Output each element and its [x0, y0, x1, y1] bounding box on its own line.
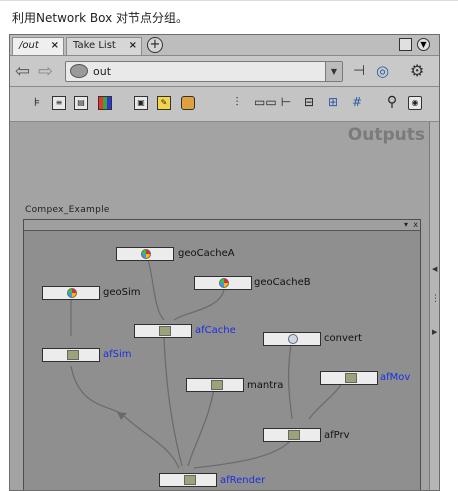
pane-menu-icon[interactable]: ▼	[417, 38, 430, 51]
node-icon	[67, 350, 79, 360]
add-tab-icon[interactable]: +	[147, 37, 163, 53]
tab-take-list[interactable]: Take List ×	[66, 37, 142, 55]
node-label-afsim: afSim	[103, 349, 132, 360]
node-afprv[interactable]	[263, 428, 321, 442]
branch-icon[interactable]: ⊢	[279, 96, 293, 110]
caption-text: 利用Network Box 对节点分组。	[12, 11, 189, 25]
wire-afmov-afprv	[308, 379, 345, 420]
align-icon[interactable]: ⊟	[302, 96, 316, 110]
gear-icon[interactable]: ⚙	[410, 63, 424, 79]
tree-view-icon[interactable]: ⊧	[30, 96, 44, 110]
path-field[interactable]: out ▼	[65, 61, 343, 82]
path-value: out	[93, 65, 112, 78]
wire-mantra-afrender	[187, 387, 215, 467]
node-convert[interactable]	[263, 332, 321, 346]
wire-afprv-afrender	[193, 439, 292, 469]
node-label-mantra: mantra	[247, 380, 284, 391]
path-bar: ⇦ ⇨ out ▼ ⊣ ◎ ⚙	[10, 56, 439, 87]
tab-out[interactable]: /out ×	[12, 37, 64, 55]
grid-snap-icon[interactable]: ⊞	[326, 96, 340, 110]
node-label-geosim: geoSim	[103, 287, 141, 298]
path-dropdown-icon[interactable]: ▼	[325, 62, 342, 81]
network-context-icon	[70, 64, 88, 78]
maximize-pane-icon[interactable]	[399, 38, 412, 51]
scroll-handle[interactable]: ⋮	[431, 294, 439, 304]
node-label-afrender: afRender	[220, 475, 266, 486]
wire-afsim-afrender	[70, 365, 180, 469]
node-afrender[interactable]	[159, 473, 217, 487]
node-label-afcache: afCache	[195, 325, 236, 336]
node-afsim[interactable]	[42, 348, 100, 362]
node-icon	[67, 288, 77, 298]
node-icon	[345, 373, 357, 383]
wire-convert-afprv	[287, 343, 293, 420]
node-label-geocachea: geoCacheA	[178, 248, 235, 259]
pin-icon[interactable]: ⊣	[353, 64, 365, 78]
network-box-icon[interactable]	[181, 96, 195, 110]
grid-icon[interactable]: #	[350, 96, 364, 110]
wire-geocacheb-afcache	[173, 289, 225, 321]
node-label-convert: convert	[324, 333, 363, 344]
node-label-afmov: afMov	[380, 372, 411, 383]
side-scrollbar[interactable]: ◀ ⋮ ▶	[429, 122, 439, 490]
node-geosim[interactable]	[42, 286, 100, 300]
list-view-icon[interactable]: ≡	[52, 96, 66, 110]
detail-view-icon[interactable]: ▤	[74, 96, 88, 110]
color-palette-icon[interactable]	[98, 96, 112, 110]
arrow-left-icon[interactable]: ⇦	[15, 63, 30, 81]
layout-vertical-icon[interactable]: ⫶	[230, 96, 244, 110]
node-label-afprv: afPrv	[324, 430, 350, 441]
node-icon	[159, 326, 171, 336]
collapse-left-icon[interactable]: ◀	[432, 265, 437, 273]
pane-title: Outputs	[347, 125, 425, 145]
tab-take-list-close-icon[interactable]: ×	[129, 38, 137, 54]
tab-out-close-icon[interactable]: ×	[51, 38, 59, 54]
network-link-icon[interactable]: ◎	[376, 64, 389, 79]
wire-afcache-afrender	[163, 337, 183, 467]
node-afcache[interactable]	[134, 324, 192, 338]
sticky-note-icon[interactable]: ✎	[157, 96, 171, 110]
node-icon	[211, 380, 223, 390]
node-icon	[219, 278, 229, 288]
network-box-title: Compex_Example	[25, 205, 110, 215]
tab-take-list-label: Take List	[73, 40, 116, 51]
layout-horizontal-icon[interactable]: ▭▭	[254, 96, 277, 110]
network-editor-pane: /out × Take List × + ▼ ⇦ ⇨ out ▼ ⊣ ◎ ⚙ ⊧…	[9, 34, 440, 491]
node-icon	[141, 249, 151, 259]
node-geocacheb[interactable]	[194, 276, 252, 290]
top-divider	[0, 0, 458, 1]
wire-geocachea-afcache	[147, 259, 165, 321]
network-toolbar: ⊧ ≡ ▤ ▣ ✎ ⫶ ▭▭ ⊢ ⊟ ⊞ # ⚲ ◉	[10, 87, 439, 122]
wire-arrow	[117, 412, 127, 420]
network-view[interactable]: Outputs Compex_Example ▾ x geoCacheA geo…	[10, 122, 429, 490]
node-geocachea[interactable]	[116, 247, 174, 261]
magnifier-icon[interactable]: ⚲	[385, 95, 399, 110]
node-label-geocacheb: geoCacheB	[254, 277, 311, 288]
node-afmov[interactable]	[320, 371, 378, 385]
parameters-icon[interactable]: ▣	[134, 96, 148, 110]
node-icon	[288, 430, 300, 440]
collapse-right-icon[interactable]: ▶	[432, 328, 437, 336]
eye-icon[interactable]: ◉	[408, 96, 422, 110]
node-mantra[interactable]	[186, 378, 244, 392]
node-icon	[184, 475, 196, 485]
tab-bar: /out × Take List × + ▼	[10, 35, 439, 56]
arrow-right-icon[interactable]: ⇨	[38, 63, 53, 81]
tab-out-label: /out	[19, 40, 39, 51]
node-icon	[288, 334, 298, 344]
network-box[interactable]: ▾ x geoCacheA geoCacheB geoSim afCache c…	[23, 219, 421, 490]
